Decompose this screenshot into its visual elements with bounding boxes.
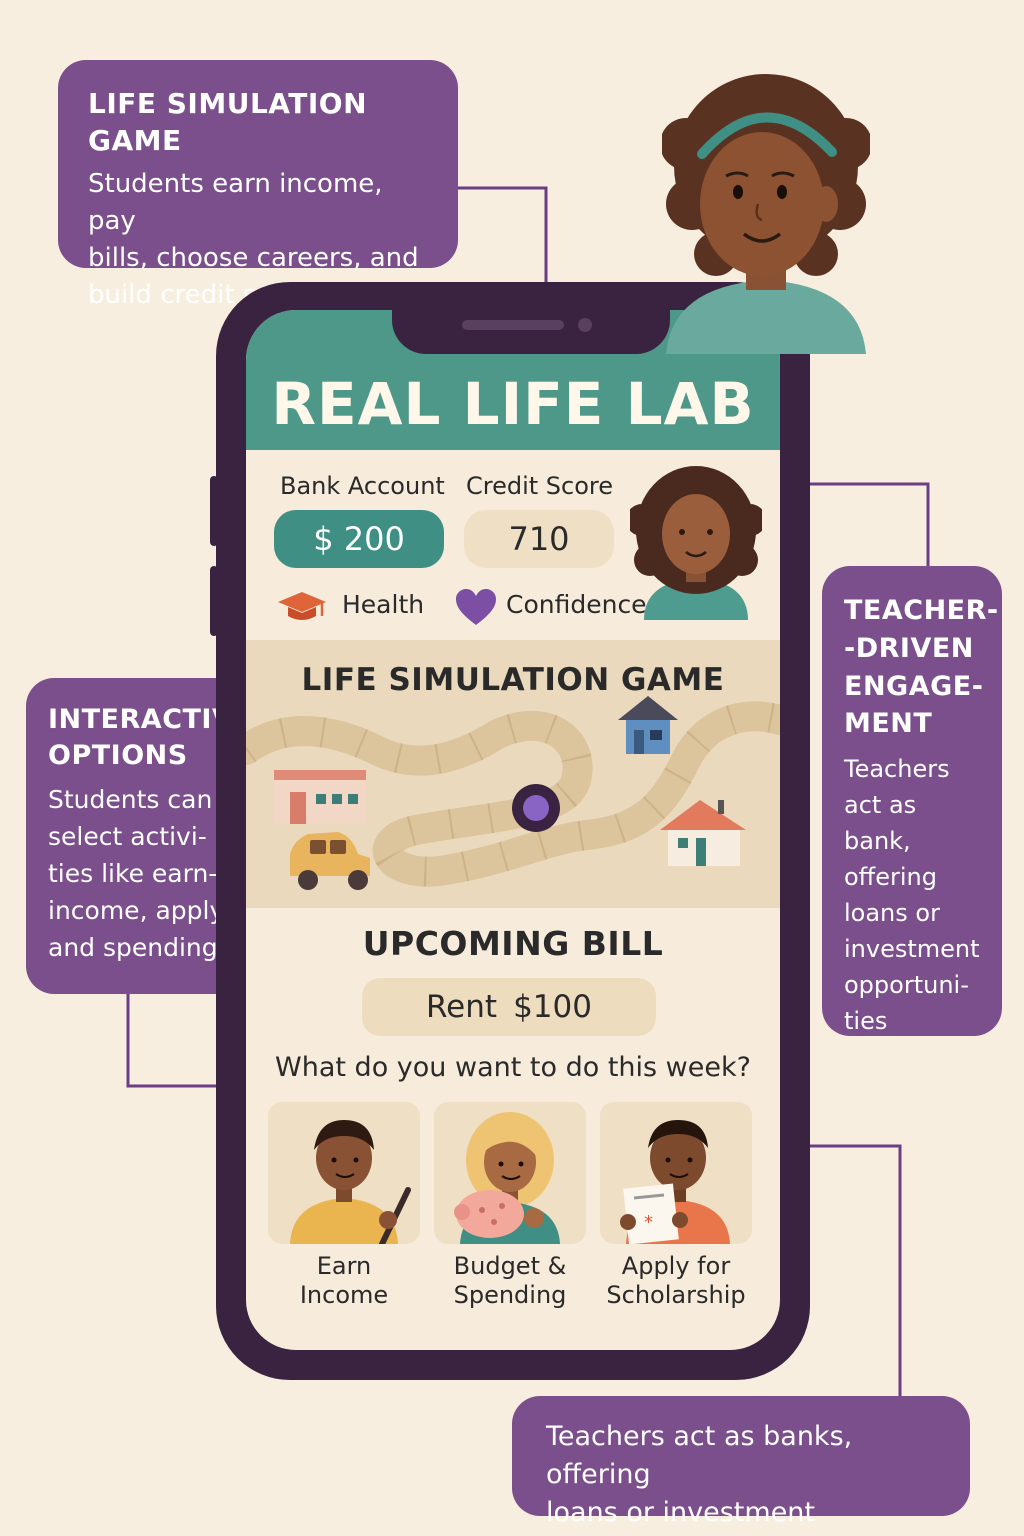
option-apply-scholarship[interactable]: * Apply for Scholarship bbox=[600, 1102, 752, 1334]
callout-body: Students can select activi-ties like earn… bbox=[48, 785, 225, 963]
phone-camera bbox=[578, 318, 592, 332]
option-label: Apply for Scholarship bbox=[594, 1252, 758, 1311]
store-icon bbox=[274, 770, 366, 824]
bank-account-value[interactable]: $ 200 bbox=[274, 510, 444, 568]
upcoming-bill-pill[interactable]: Rent $100 bbox=[362, 978, 656, 1036]
student-earning-illustration bbox=[290, 1120, 411, 1244]
connector-life-sim bbox=[458, 186, 548, 284]
player-avatar bbox=[630, 466, 762, 620]
option-card[interactable] bbox=[268, 1102, 420, 1244]
callout-body: Teachers act as banks, offering loans or … bbox=[546, 1421, 853, 1528]
student-character bbox=[662, 74, 870, 354]
callout-interactive-options: INTERACTIVE OPTIONS Students can select ac… bbox=[26, 678, 253, 994]
house-icon bbox=[660, 800, 746, 866]
health-label: Health bbox=[342, 590, 425, 619]
bill-name: Rent bbox=[426, 989, 498, 1025]
option-label-line: Scholarship bbox=[606, 1281, 746, 1310]
option-label-line: Budget & bbox=[453, 1252, 567, 1280]
callout-body: Teachers act as bank, offering loans or inve… bbox=[844, 755, 980, 1036]
option-earn-income[interactable]: Earn Income bbox=[268, 1102, 420, 1334]
callout-title: INTERACTIVE OPTIONS bbox=[48, 704, 253, 771]
game-board-map bbox=[246, 696, 780, 890]
option-card[interactable] bbox=[434, 1102, 586, 1244]
certificate-icon: * bbox=[623, 1183, 679, 1244]
svg-text:*: * bbox=[644, 1212, 653, 1233]
callout-title: LIFE SIMULATION GAME bbox=[88, 87, 368, 157]
graduation-cap-icon bbox=[278, 592, 326, 620]
option-budget-spending[interactable]: Budget & Spending bbox=[434, 1102, 586, 1334]
option-label-line: Apply for bbox=[621, 1252, 731, 1280]
callout-title: TEACHER- -DRIVEN ENGAGE- MENT bbox=[844, 595, 999, 740]
connector-interactive bbox=[126, 994, 218, 1088]
student-budget-illustration bbox=[454, 1112, 560, 1244]
connector-teacher bbox=[808, 482, 930, 566]
option-card[interactable]: * bbox=[600, 1102, 752, 1244]
phone-speaker bbox=[462, 320, 564, 330]
option-label: Earn Income bbox=[262, 1252, 426, 1311]
option-label-line: Earn bbox=[316, 1252, 372, 1280]
option-label-line: Spending bbox=[453, 1281, 567, 1310]
student-scholarship-illustration: * bbox=[620, 1120, 730, 1244]
bill-amount: $100 bbox=[513, 989, 592, 1025]
bank-account-label: Bank Account bbox=[280, 472, 445, 500]
credit-score-label: Credit Score bbox=[466, 472, 614, 500]
callout-teachers-banks: Teachers act as banks, offering loans or … bbox=[512, 1396, 970, 1528]
phone-screen: REAL LIFE LAB Bank Account Credit Score … bbox=[246, 310, 780, 1350]
house-icon bbox=[618, 696, 678, 754]
option-label-line: Income bbox=[299, 1281, 389, 1310]
car-icon bbox=[290, 832, 370, 890]
callout-life-simulation: LIFE SIMULATION GAME Students earn incom… bbox=[58, 60, 458, 310]
phone-side-button bbox=[210, 566, 218, 636]
heart-icon bbox=[456, 589, 496, 625]
confidence-label: Confidence bbox=[506, 590, 647, 619]
phone-side-button bbox=[210, 476, 218, 546]
credit-score-value[interactable]: 710 bbox=[464, 510, 614, 568]
upcoming-bill-title: UPCOMING BILL bbox=[362, 924, 664, 963]
app-title: REAL LIFE LAB bbox=[271, 370, 755, 438]
connector-banks bbox=[808, 1144, 902, 1396]
weekly-question: What do you want to do this week? bbox=[275, 1052, 751, 1083]
option-label: Budget & Spending bbox=[428, 1252, 592, 1311]
callout-teacher-driven: TEACHER- -DRIVEN ENGAGE- MENT Teachers act a… bbox=[822, 566, 1002, 1036]
